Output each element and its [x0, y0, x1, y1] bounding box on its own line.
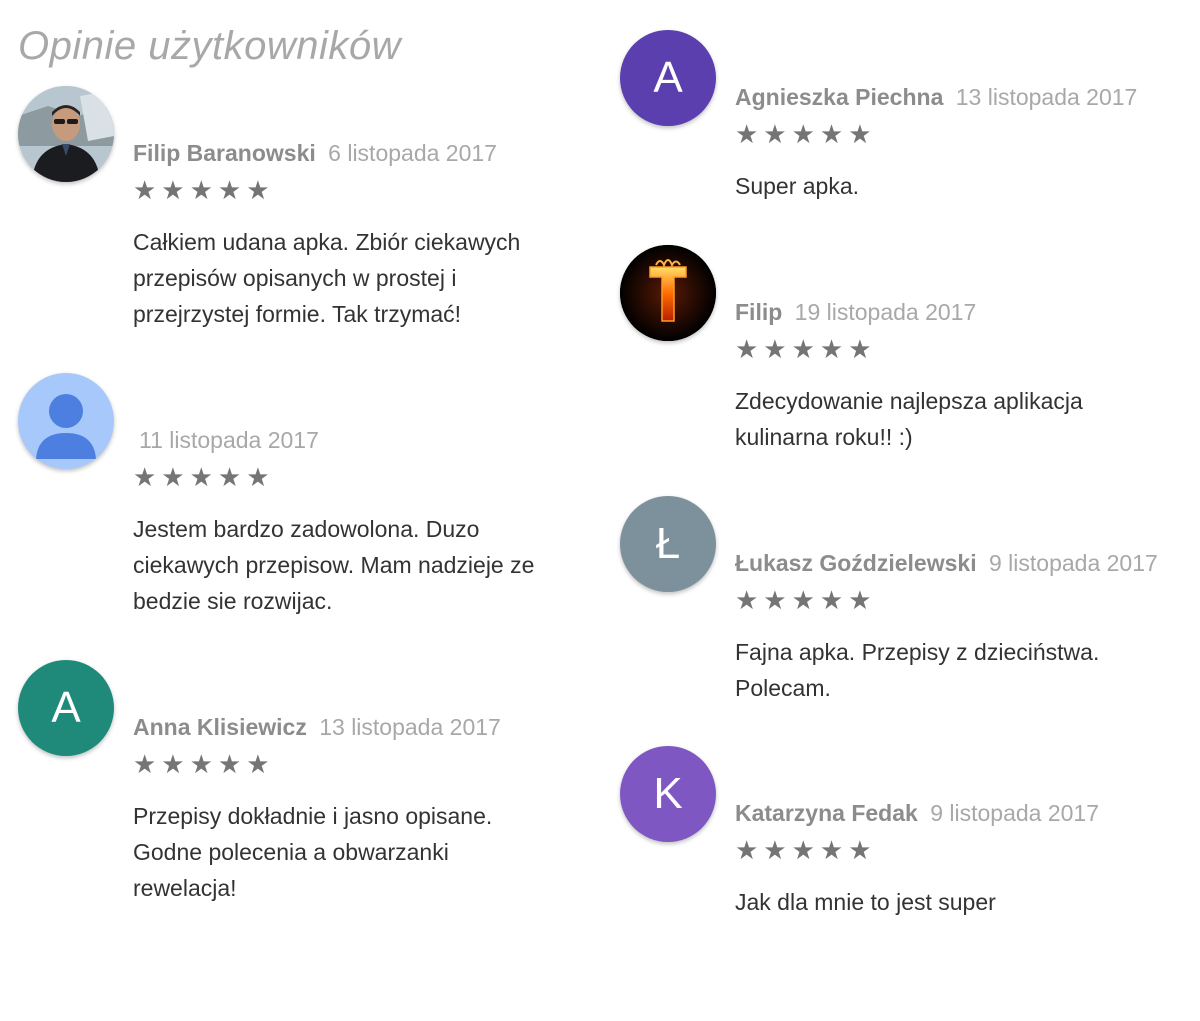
- avatar-letter: Ł: [655, 519, 681, 568]
- review-date: 11 listopada 2017: [139, 427, 319, 453]
- review-meta: 11 listopada 2017: [133, 425, 319, 455]
- review-date: 13 listopada 2017: [319, 714, 501, 740]
- review-meta: Katarzyna Fedak 9 listopada 2017: [735, 798, 1099, 828]
- review-author[interactable]: Filip: [735, 299, 782, 325]
- star-rating: ★★★★★: [735, 120, 877, 150]
- avatar-letter: K: [653, 769, 683, 818]
- avatar[interactable]: A: [620, 30, 716, 126]
- review-meta: Agnieszka Piechna 13 listopada 2017: [735, 82, 1137, 112]
- review-text: Jak dla mnie to jest super: [735, 889, 996, 915]
- page-title: Opinie użytkowników: [18, 24, 401, 68]
- review-date: 6 listopada 2017: [328, 140, 497, 166]
- avatar-letter: A: [653, 53, 683, 102]
- fire-letter-t-icon: [620, 245, 716, 341]
- review-text: Fajna apka. Przepisy z dzieciństwa. Pole…: [735, 639, 1100, 701]
- review-author[interactable]: Łukasz Goździelewski: [735, 550, 977, 576]
- review-text: Super apka.: [735, 173, 860, 199]
- review-text: Całkiem udana apka. Zbiór ciekawych prze…: [133, 229, 521, 327]
- review-meta: Anna Klisiewicz 13 listopada 2017: [133, 712, 501, 742]
- avatar[interactable]: K: [620, 746, 716, 842]
- avatar[interactable]: [620, 245, 716, 341]
- review-text: Zdecydowanie najlepsza aplikacja kulinar…: [735, 388, 1083, 450]
- star-rating: ★★★★★: [735, 586, 877, 616]
- review-meta: Filip 19 listopada 2017: [735, 297, 976, 327]
- review-date: 9 listopada 2017: [930, 800, 1100, 826]
- review-date: 13 listopada 2017: [955, 84, 1138, 110]
- review-author[interactable]: Filip Baranowski: [133, 140, 316, 166]
- review-author[interactable]: Anna Klisiewicz: [133, 714, 307, 740]
- star-rating: ★★★★★: [133, 463, 275, 493]
- default-user-icon: [36, 394, 96, 459]
- star-rating: ★★★★★: [133, 750, 275, 780]
- review-text: Jestem bardzo zadowolona. Duzo ciekawych…: [133, 516, 535, 614]
- review-author[interactable]: Agnieszka Piechna: [735, 84, 943, 110]
- review-date: 9 listopada 2017: [988, 550, 1158, 576]
- person-photo-icon: [18, 86, 114, 182]
- review-meta: Filip Baranowski 6 listopada 2017: [133, 138, 497, 168]
- review-author[interactable]: Katarzyna Fedak: [735, 800, 918, 826]
- avatar-letter: A: [51, 683, 81, 732]
- avatar[interactable]: Ł: [620, 496, 716, 592]
- star-rating: ★★★★★: [735, 836, 877, 866]
- star-rating: ★★★★★: [133, 176, 275, 206]
- avatar[interactable]: [18, 373, 114, 469]
- avatar[interactable]: [18, 86, 114, 182]
- review-date: 19 listopada 2017: [794, 299, 977, 325]
- avatar[interactable]: A: [18, 660, 114, 756]
- star-rating: ★★★★★: [735, 335, 877, 365]
- review-meta: Łukasz Goździelewski 9 listopada 2017: [735, 548, 1158, 578]
- review-text: Przepisy dokładnie i jasno opisane. Godn…: [133, 803, 493, 901]
